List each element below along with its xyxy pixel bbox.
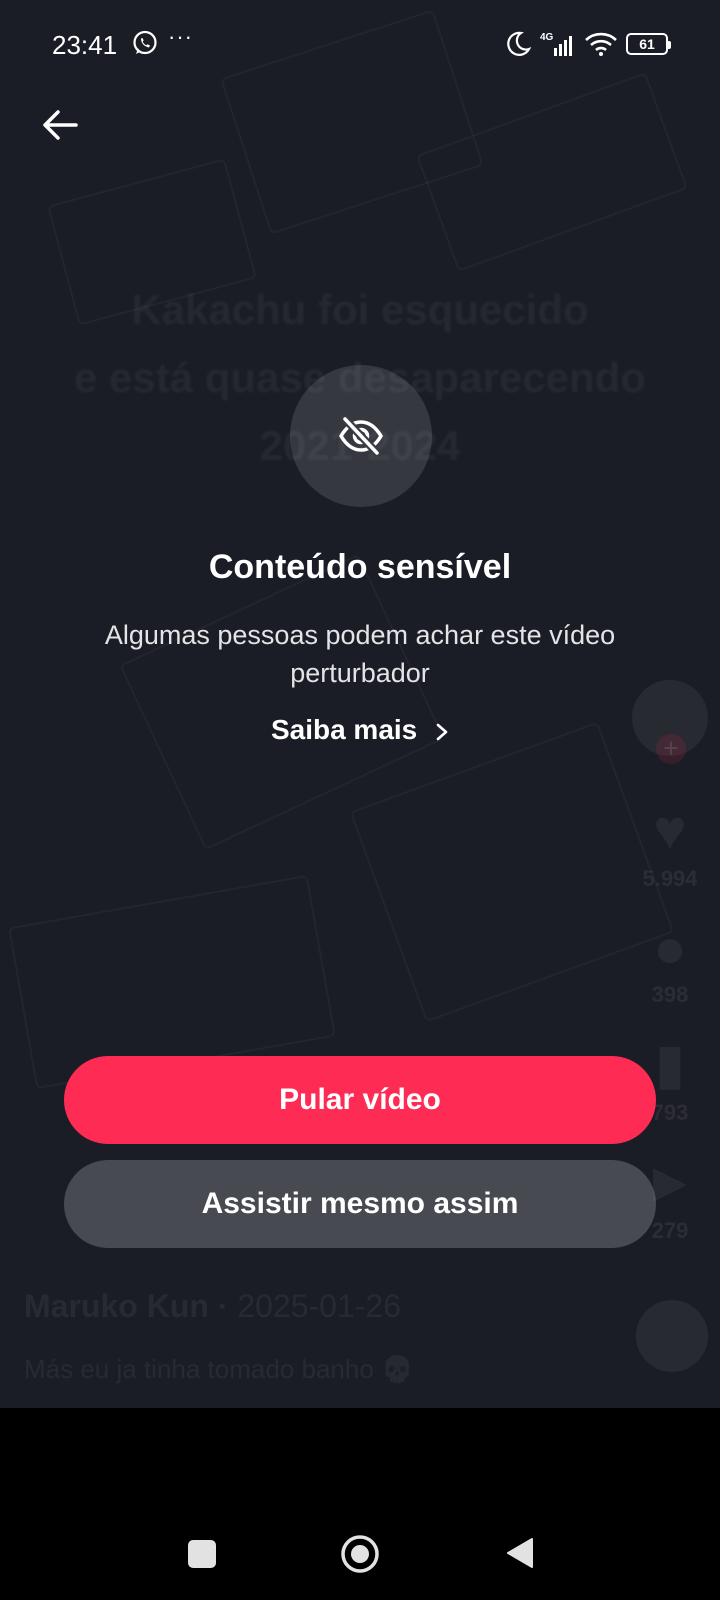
music-disc <box>636 1300 708 1372</box>
watch-anyway-label: Assistir mesmo assim <box>201 1187 519 1220</box>
recent-apps-icon[interactable] <box>188 1540 216 1568</box>
whatsapp-icon <box>133 30 157 55</box>
wifi-icon <box>585 32 617 56</box>
battery-level: 61 <box>639 36 655 52</box>
learn-more-link[interactable]: Saiba mais <box>0 714 720 746</box>
author-line: Maruko Kun · 2025-01-26 <box>24 1288 401 1325</box>
learn-more-label: Saiba mais <box>270 714 418 745</box>
video-description: Más eu ja tinha tomado banho 💀 <box>24 1354 414 1384</box>
comment-count: 398 <box>651 982 689 1007</box>
like-count: 5.994 <box>642 866 698 891</box>
skip-video-label: Pular vídeo <box>279 1083 441 1116</box>
network-type: 4G <box>540 32 554 43</box>
eye-slash-icon <box>339 415 383 457</box>
warning-description: Algumas pessoas podem achar este vídeo p… <box>104 620 616 688</box>
status-time: 23:41 <box>52 30 118 60</box>
author-separator: · <box>208 1288 238 1324</box>
battery-icon: 61 <box>626 33 671 55</box>
bookmark-icon: ▮ <box>654 1032 686 1095</box>
signal-icon: 4G <box>540 32 572 56</box>
status-bar: 23:41 ··· 4G 61 <box>0 0 720 90</box>
nav-back-icon[interactable] <box>504 1536 536 1570</box>
comment-icon: ● <box>653 916 687 979</box>
back-arrow-icon[interactable] <box>36 100 86 150</box>
sensitive-icon-badge <box>290 365 432 507</box>
video-screen: Kakachu foi esquecido e está quase desap… <box>0 0 720 1408</box>
post-date: 2025-01-26 <box>237 1288 402 1324</box>
status-icons: 4G 61 <box>504 28 671 60</box>
skip-video-button[interactable]: Pular vídeo <box>64 1056 656 1144</box>
watch-anyway-button[interactable]: Assistir mesmo assim <box>64 1160 656 1248</box>
author-name: Maruko Kun <box>24 1288 209 1324</box>
warning-title: Conteúdo sensível <box>208 548 512 586</box>
chevron-right-icon <box>436 723 448 740</box>
notification-overflow: ··· <box>168 24 193 49</box>
heart-icon: ♥ <box>653 798 687 861</box>
moon-icon <box>507 31 532 56</box>
home-icon[interactable] <box>340 1534 380 1574</box>
caption-line: Kakachu foi esquecido <box>131 286 589 333</box>
